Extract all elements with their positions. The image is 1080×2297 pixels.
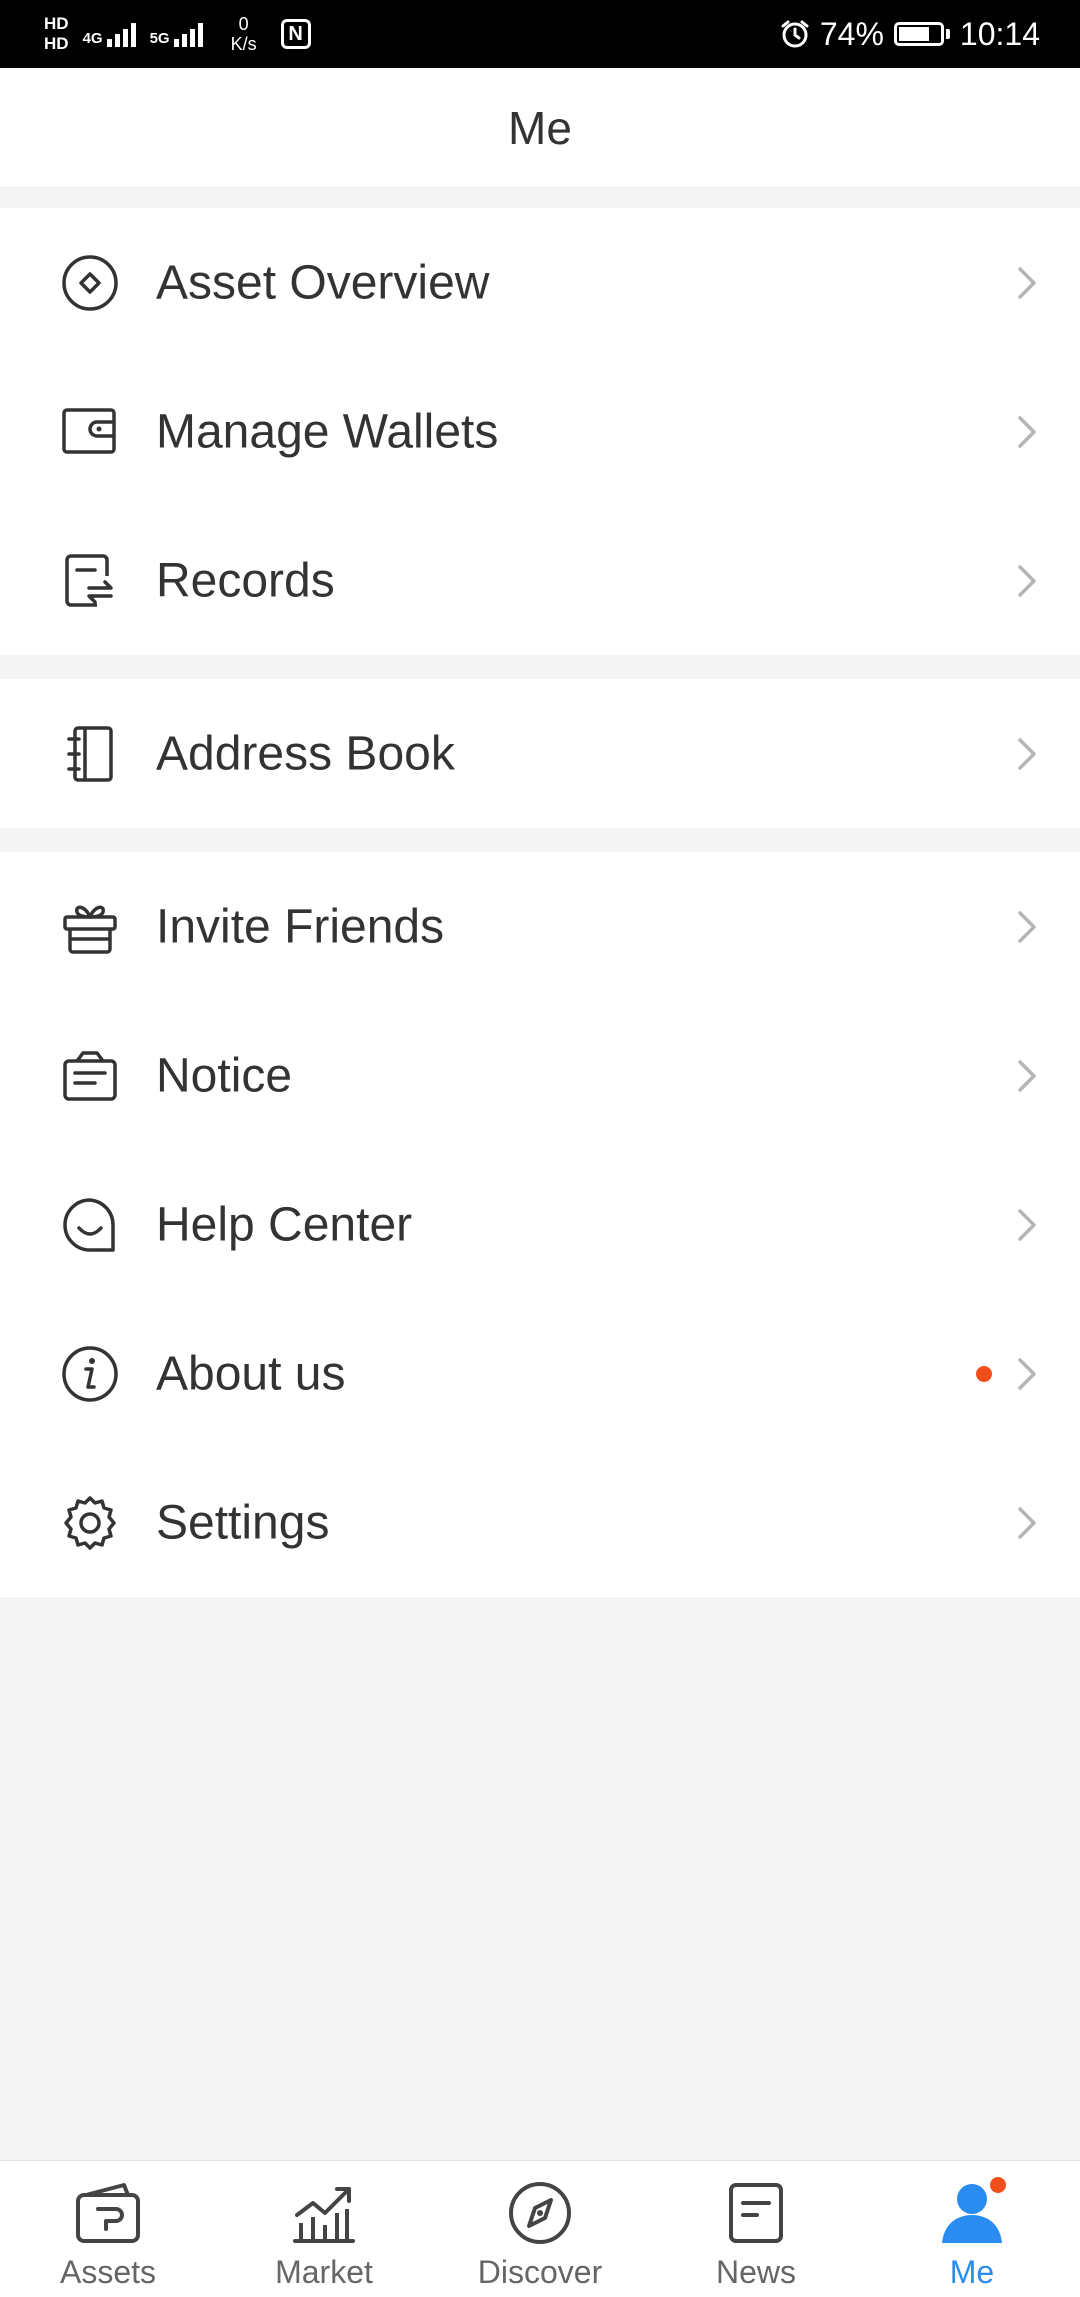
chevron-right-icon: [1018, 1506, 1036, 1539]
hd-bottom-label: HD: [44, 34, 69, 53]
chevron-right-icon: [1018, 1208, 1036, 1241]
status-left: HD HD 4G 5G 0 K/s N: [44, 14, 311, 54]
hd-top-label: HD: [44, 14, 69, 33]
network-speed: 0 K/s: [231, 14, 257, 54]
notification-dot: [976, 1365, 992, 1382]
battery-percent: 74%: [819, 15, 884, 52]
status-right: 74% 10:14: [780, 16, 1040, 53]
nav-tab-discover[interactable]: Discover: [432, 2161, 648, 2297]
hd-indicator: HD HD: [44, 14, 69, 54]
speed-unit: K/s: [230, 34, 257, 54]
menu-item-label: Address Book: [156, 727, 455, 780]
signal-5g: 5G: [150, 21, 203, 47]
status-bar: HD HD 4G 5G 0 K/s N 74% 10:14: [0, 0, 1080, 68]
chevron-right-icon: [1018, 564, 1036, 597]
nav-label: Assets: [59, 2254, 157, 2290]
menu-item-label: Notice: [156, 1049, 293, 1102]
market-chart-icon: [289, 2178, 359, 2248]
menu-group-general: Invite Friends Notice Help Center About …: [0, 852, 1080, 1597]
menu-item-label: Records: [156, 554, 335, 607]
nav-label: Market: [275, 2254, 373, 2290]
menu-item-manage-wallets[interactable]: Manage Wallets: [0, 357, 1080, 506]
info-icon: [60, 1344, 120, 1404]
menu-item-invite-friends[interactable]: Invite Friends: [0, 852, 1080, 1001]
battery-icon: [893, 22, 950, 46]
menu-item-label: Asset Overview: [156, 256, 490, 309]
news-icon: [721, 2178, 791, 2248]
nfc-icon: N: [280, 19, 311, 49]
network-4g-label: 4G: [82, 30, 103, 47]
menu-item-label: Settings: [156, 1496, 330, 1549]
nav-tab-news[interactable]: News: [648, 2161, 864, 2297]
chevron-right-icon: [1018, 415, 1036, 448]
menu-item-address-book[interactable]: Address Book: [0, 679, 1080, 828]
page-header: Me: [0, 68, 1080, 188]
records-icon: [60, 551, 120, 611]
nav-label: News: [715, 2254, 796, 2290]
menu-item-records[interactable]: Records: [0, 506, 1080, 655]
chevron-right-icon: [1018, 910, 1036, 943]
nav-tab-market[interactable]: Market: [216, 2161, 432, 2297]
chevron-right-icon: [1018, 1059, 1036, 1092]
menu-item-label: Manage Wallets: [156, 405, 499, 458]
notice-icon: [60, 1046, 120, 1106]
signal-bars-icon: [173, 21, 203, 47]
nav-tab-me[interactable]: Me: [864, 2161, 1080, 2297]
help-chat-icon: [60, 1195, 120, 1255]
gear-icon: [60, 1493, 120, 1553]
nav-label: Me: [949, 2254, 995, 2290]
nav-tab-assets[interactable]: Assets: [0, 2161, 216, 2297]
nav-label: Discover: [477, 2254, 603, 2290]
chevron-right-icon: [1018, 1357, 1036, 1390]
signal-bars-icon: [106, 21, 136, 47]
menu-item-notice[interactable]: Notice: [0, 1001, 1080, 1150]
menu-group-wallet: Asset Overview Manage Wallets Records: [0, 208, 1080, 655]
menu-item-help-center[interactable]: Help Center: [0, 1150, 1080, 1299]
menu-item-label: About us: [156, 1347, 346, 1400]
menu-item-asset-overview[interactable]: Asset Overview: [0, 208, 1080, 357]
alarm-icon: [781, 20, 809, 48]
compass-icon: [505, 2178, 575, 2248]
menu-item-label: Invite Friends: [156, 900, 445, 953]
wallet-assets-icon: [73, 2178, 143, 2248]
bottom-nav: Assets Market Discover News Me: [0, 2160, 1080, 2297]
asset-overview-icon: [60, 253, 120, 313]
menu-item-label: Help Center: [156, 1198, 413, 1251]
menu-item-about-us[interactable]: About us: [0, 1299, 1080, 1448]
menu-item-settings[interactable]: Settings: [0, 1448, 1080, 1597]
chevron-right-icon: [1018, 266, 1036, 299]
address-book-icon: [60, 724, 120, 784]
menu-group-address: Address Book: [0, 679, 1080, 828]
page-title: Me: [508, 101, 572, 154]
wallet-icon: [60, 402, 120, 462]
signal-4g: 4G: [83, 21, 136, 47]
clock-time: 10:14: [959, 15, 1040, 52]
speed-value: 0: [238, 14, 249, 34]
notification-dot: [990, 2177, 1006, 2193]
chevron-right-icon: [1018, 737, 1036, 770]
network-5g-label: 5G: [149, 30, 170, 47]
gift-icon: [60, 897, 120, 957]
